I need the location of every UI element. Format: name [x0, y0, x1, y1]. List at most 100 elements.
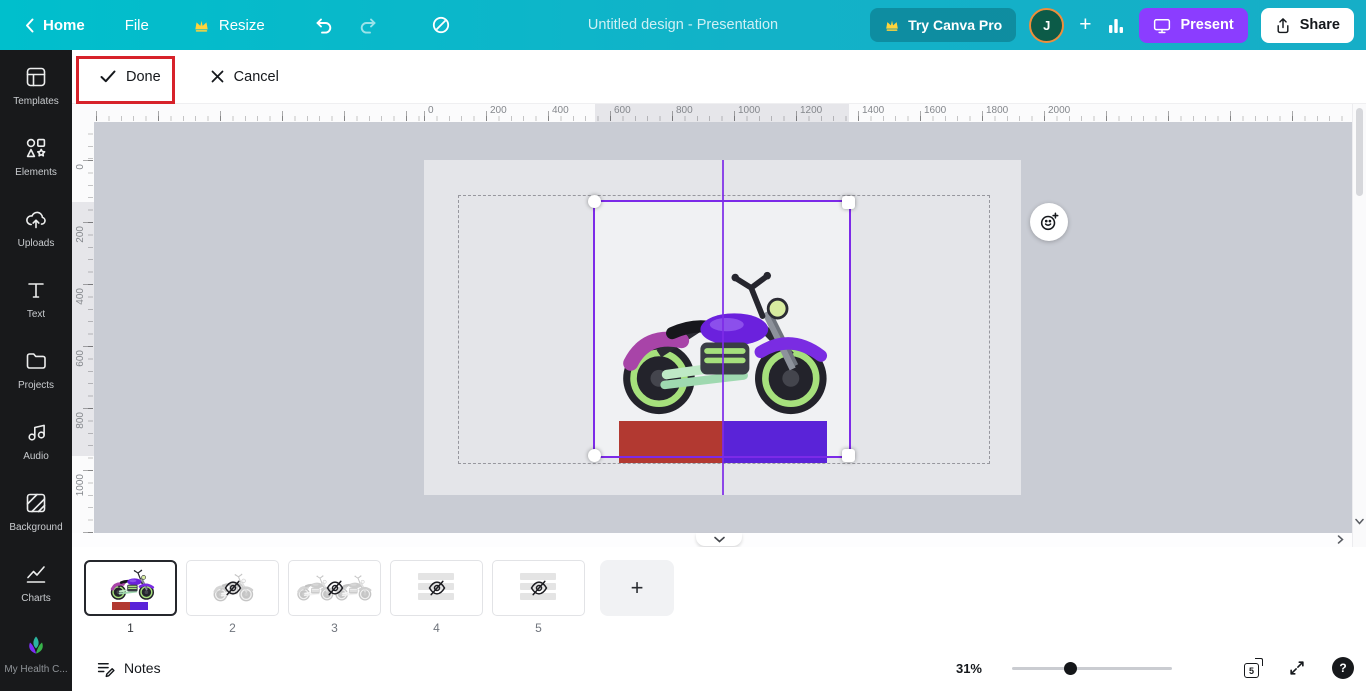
ruler-number: 1000	[738, 105, 761, 116]
add-member-button[interactable]: +	[1077, 13, 1093, 37]
question-mark-label: ?	[1339, 661, 1347, 675]
status-bar-right-group: 31% 5 ?	[956, 657, 1354, 679]
share-upload-icon	[1275, 17, 1291, 34]
music-note-icon	[24, 420, 48, 444]
insights-button[interactable]	[1106, 15, 1126, 35]
zoom-slider-track[interactable]	[1012, 667, 1172, 670]
done-button[interactable]: Done	[86, 60, 175, 94]
sidebar-item-my-health-app[interactable]: My Health C...	[0, 618, 72, 689]
ruler-ticks	[83, 122, 93, 533]
notes-icon	[96, 659, 115, 678]
add-page-button[interactable]: +	[600, 560, 674, 616]
sidebar-item-uploads[interactable]: Uploads	[0, 192, 72, 263]
top-bar-left-group: Home File Resize	[0, 9, 462, 41]
folder-icon	[24, 349, 48, 373]
collapse-panel-button[interactable]	[696, 533, 742, 546]
shapes-icon	[24, 136, 48, 160]
share-label: Share	[1299, 17, 1340, 33]
sidebar-item-label: Templates	[13, 95, 59, 107]
text-icon	[24, 278, 48, 302]
line-chart-icon	[24, 562, 48, 586]
page-number: 4	[433, 621, 440, 635]
page-thumbnail-3[interactable]	[288, 560, 381, 616]
present-label: Present	[1180, 17, 1234, 33]
plus-icon: +	[630, 575, 644, 600]
ruler-number: 0	[75, 164, 86, 170]
ruler-number: 1600	[924, 105, 947, 116]
ruler-number: 800	[75, 412, 86, 429]
sidebar-item-text[interactable]: Text	[0, 263, 72, 334]
scroll-right-arrow-icon[interactable]	[1337, 535, 1344, 544]
sidebar-item-projects[interactable]: Projects	[0, 334, 72, 405]
ruler-number: 1800	[986, 105, 1009, 116]
add-reaction-icon	[1038, 211, 1060, 233]
design-title[interactable]: Untitled design - Presentation	[588, 17, 778, 33]
notes-label: Notes	[124, 660, 161, 676]
cancel-button[interactable]: Cancel	[197, 60, 293, 94]
crop-handle-top-right[interactable]	[842, 196, 855, 209]
bar-chart-icon	[1106, 15, 1126, 35]
page-thumbnail-5[interactable]	[492, 560, 585, 616]
eye-off-icon	[428, 580, 446, 596]
page-thumbnail-1[interactable]	[84, 560, 177, 616]
page-thumbnail-2[interactable]	[186, 560, 279, 616]
page-number: 3	[331, 621, 338, 635]
mini-color-blocks	[112, 602, 148, 610]
try-canva-pro-button[interactable]: Try Canva Pro	[870, 8, 1017, 42]
crop-handle-top-left[interactable]	[588, 195, 601, 208]
sidebar-item-elements[interactable]: Elements	[0, 121, 72, 192]
ruler-number: 200	[490, 105, 507, 116]
done-label: Done	[126, 68, 161, 85]
center-guide-line	[722, 160, 724, 495]
fullscreen-button[interactable]	[1288, 659, 1306, 677]
sidebar-item-templates[interactable]: Templates	[0, 50, 72, 121]
avatar[interactable]: J	[1029, 7, 1065, 43]
vertical-scrollbar[interactable]	[1352, 103, 1366, 547]
sidebar-item-label: Text	[26, 308, 46, 320]
timing-button[interactable]	[420, 9, 462, 41]
sidebar-item-charts[interactable]: Charts	[0, 547, 72, 618]
page-count-value: 5	[1244, 663, 1259, 678]
sidebar-item-label: Uploads	[17, 237, 55, 249]
crop-handle-bottom-right[interactable]	[842, 449, 855, 462]
scrollbar-thumb[interactable]	[1356, 108, 1363, 196]
canvas-workspace[interactable]	[72, 122, 1352, 533]
file-menu-button[interactable]: File	[114, 11, 160, 40]
notes-button[interactable]: Notes	[96, 659, 161, 678]
background-pattern-icon	[24, 491, 48, 515]
ruler-number: 600	[614, 105, 631, 116]
sidebar-item-background[interactable]: Background	[0, 476, 72, 547]
close-icon	[211, 70, 224, 83]
redo-button[interactable]	[348, 9, 390, 41]
present-button[interactable]: Present	[1139, 7, 1248, 43]
crop-handle-bottom-left[interactable]	[588, 449, 601, 462]
sidebar-item-audio[interactable]: Audio	[0, 405, 72, 476]
expand-arrows-icon	[1288, 659, 1306, 677]
ruler-number: 400	[552, 105, 569, 116]
zoom-slider[interactable]	[1012, 661, 1172, 675]
eye-off-icon	[530, 580, 548, 596]
sidebar-item-label: Projects	[17, 379, 55, 391]
undo-button[interactable]	[302, 9, 344, 41]
ruler-number: 1400	[862, 105, 885, 116]
scroll-down-arrow-icon[interactable]	[1355, 518, 1364, 525]
page-thumbnail-4[interactable]	[390, 560, 483, 616]
home-label: Home	[43, 16, 85, 34]
zoom-slider-thumb[interactable]	[1064, 662, 1077, 675]
file-label: File	[124, 16, 149, 34]
chevron-left-icon	[25, 18, 34, 33]
resize-button[interactable]: Resize	[182, 11, 276, 40]
chevron-down-icon	[713, 536, 725, 543]
status-bar: Notes 31% 5 ?	[72, 645, 1366, 691]
horizontal-scroll-strip	[72, 533, 1352, 547]
crop-edit-bar: Done Cancel	[72, 50, 1366, 104]
add-comment-button[interactable]	[1030, 203, 1068, 241]
help-button[interactable]: ?	[1332, 657, 1354, 679]
zoom-percentage[interactable]: 31%	[956, 661, 982, 676]
home-button[interactable]: Home	[14, 11, 96, 40]
cancel-label: Cancel	[233, 68, 279, 85]
ruler-ticks	[94, 111, 1352, 121]
share-button[interactable]: Share	[1260, 7, 1354, 43]
page-count-button[interactable]: 5	[1244, 658, 1264, 678]
sidebar-item-label: Charts	[21, 592, 51, 604]
